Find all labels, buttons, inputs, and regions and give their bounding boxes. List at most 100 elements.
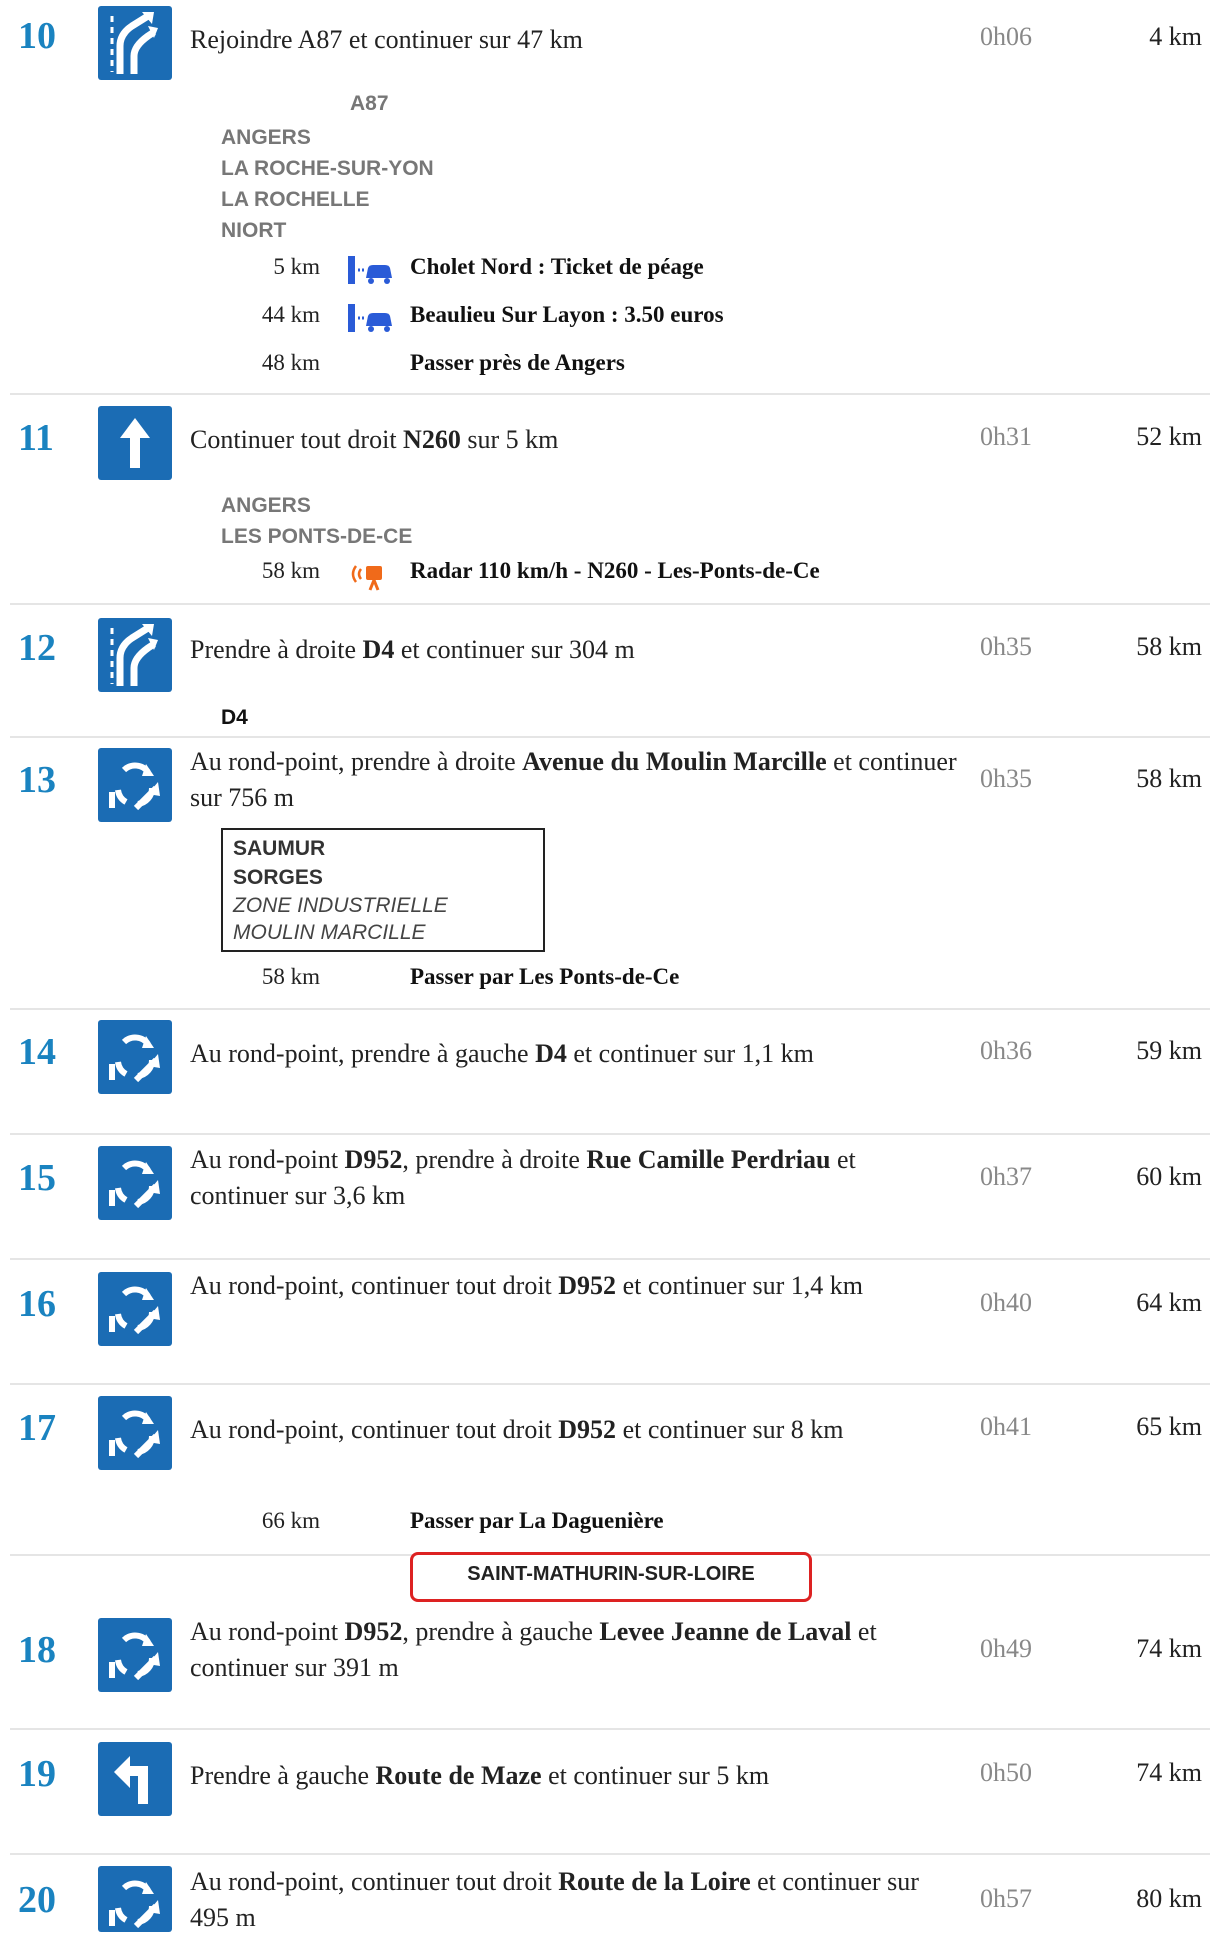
- step-distance: 74 km: [1136, 1758, 1202, 1787]
- waypoint-km: 5 km: [273, 254, 320, 279]
- waypoint-row: 58 km Radar 110 km/h - N260 - Les-Ponts-…: [210, 554, 1110, 594]
- step-instruction: Prendre à gauche Route de Maze et contin…: [190, 1761, 770, 1790]
- step-time: 0h40: [980, 1288, 1032, 1317]
- direction-sign-line: SORGES: [233, 866, 323, 889]
- waypoint-text: Passer par La Daguenière: [410, 1508, 664, 1533]
- waypoint-km: 48 km: [261, 350, 320, 375]
- roundabout-icon: [98, 748, 172, 822]
- waypoint-km: 44 km: [261, 302, 320, 327]
- step-distance: 64 km: [1136, 1288, 1202, 1317]
- step-distance: 80 km: [1136, 1884, 1202, 1913]
- roundabout-icon: [98, 1272, 172, 1346]
- town-entry-sign: SAINT-MATHURIN-SUR-LOIRE: [410, 1552, 812, 1602]
- direction-sign-line: SAUMUR: [233, 837, 326, 860]
- step-number: 15: [18, 1157, 56, 1199]
- step-distance: 58 km: [1136, 764, 1202, 793]
- step-number: 12: [18, 627, 56, 669]
- road-code: D4: [221, 706, 248, 729]
- divider: [10, 1853, 1210, 1855]
- step-instruction: Au rond-point D952, prendre à droite Rue…: [190, 1145, 856, 1210]
- waypoint-text: Beaulieu Sur Layon : 3.50 euros: [410, 302, 724, 327]
- step-time: 0h57: [980, 1884, 1032, 1913]
- divider: [10, 1008, 1210, 1010]
- step-instruction: Au rond-point, continuer tout droit Rout…: [190, 1867, 919, 1932]
- roundabout-icon: [98, 1396, 172, 1470]
- waypoint-text: Cholet Nord : Ticket de péage: [410, 254, 704, 279]
- step-number: 20: [18, 1879, 56, 1921]
- town-sign-text: SAINT-MATHURIN-SUR-LOIRE: [467, 1563, 755, 1585]
- turn-left-arrow-icon: [98, 1742, 172, 1816]
- step-instruction: Au rond-point, prendre à droite Avenue d…: [190, 747, 957, 812]
- road-code: A87: [350, 92, 389, 115]
- roundabout-icon: [98, 1618, 172, 1692]
- step-distance: 60 km: [1136, 1162, 1202, 1191]
- step-time: 0h36: [980, 1036, 1032, 1065]
- waypoint-row: 44 km Beaulieu Sur Layon : 3.50 euros: [210, 298, 1110, 338]
- divider: [10, 1728, 1210, 1730]
- step-number: 10: [18, 15, 56, 57]
- divider: [10, 736, 1210, 738]
- direction-sign-line: LA ROCHELLE: [221, 188, 370, 211]
- waypoint-row: 66 km Passer par La Daguenière: [210, 1504, 1110, 1544]
- divider: [10, 603, 1210, 605]
- step-instruction: Au rond-point, continuer tout droit D952…: [190, 1271, 864, 1300]
- step-instruction: Au rond-point D952, prendre à gauche Lev…: [190, 1617, 877, 1682]
- waypoint-text: Passer près de Angers: [410, 350, 625, 375]
- highway-merge-icon: [98, 6, 172, 80]
- step-number: 16: [18, 1283, 56, 1325]
- step-distance: 74 km: [1136, 1634, 1202, 1663]
- step-time: 0h41: [980, 1412, 1032, 1441]
- step-instruction: Au rond-point, continuer tout droit D952…: [190, 1415, 844, 1444]
- step-number: 13: [18, 759, 56, 801]
- step-instruction: Rejoindre A87 et continuer sur 47 km: [190, 25, 583, 54]
- toll-icon: [340, 298, 400, 338]
- step-time: 0h50: [980, 1758, 1032, 1787]
- step-number: 19: [18, 1753, 56, 1795]
- toll-icon: [340, 250, 400, 290]
- waypoint-row: 48 km Passer près de Angers: [210, 346, 1110, 386]
- waypoint-row: 5 km Cholet Nord : Ticket de péage: [210, 250, 1110, 290]
- highway-merge-icon: [98, 618, 172, 692]
- step-time: 0h35: [980, 632, 1032, 661]
- step-number: 14: [18, 1031, 56, 1073]
- waypoint-row: 58 km Passer par Les Ponts-de-Ce: [210, 960, 1110, 1000]
- step-distance: 4 km: [1149, 22, 1202, 51]
- step-time: 0h31: [980, 422, 1032, 451]
- direction-sign-line: MOULIN MARCILLE: [233, 921, 426, 944]
- direction-sign-line: LA ROCHE-SUR-YON: [221, 157, 434, 180]
- straight-arrow-icon: [98, 406, 172, 480]
- speed-camera-icon: [340, 554, 400, 594]
- step-time: 0h35: [980, 764, 1032, 793]
- step-time: 0h37: [980, 1162, 1032, 1191]
- divider: [10, 1133, 1210, 1135]
- divider: [10, 1258, 1210, 1260]
- step-distance: 52 km: [1136, 422, 1202, 451]
- step-instruction: Prendre à droite D4 et continuer sur 304…: [190, 635, 635, 664]
- direction-sign-line: LES PONTS-DE-CE: [221, 525, 413, 548]
- waypoint-km: 58 km: [261, 558, 320, 583]
- divider: [10, 393, 1210, 395]
- step-instruction: Continuer tout droit N260 sur 5 km: [190, 425, 559, 454]
- direction-sign-line: ANGERS: [221, 126, 311, 149]
- direction-sign-box: SAUMUR SORGES ZONE INDUSTRIELLE MOULIN M…: [221, 828, 545, 952]
- divider: [10, 1383, 1210, 1385]
- step-number: 17: [18, 1407, 56, 1449]
- step-distance: 59 km: [1136, 1036, 1202, 1065]
- step-distance: 65 km: [1136, 1412, 1202, 1441]
- waypoint-text: Passer par Les Ponts-de-Ce: [410, 964, 680, 989]
- roundabout-icon: [98, 1866, 172, 1932]
- roundabout-icon: [98, 1146, 172, 1220]
- step-distance: 58 km: [1136, 632, 1202, 661]
- step-time: 0h49: [980, 1634, 1032, 1663]
- step-number: 11: [18, 417, 54, 459]
- roundabout-icon: [98, 1020, 172, 1094]
- step-time: 0h06: [980, 22, 1032, 51]
- waypoint-km: 58 km: [261, 964, 320, 989]
- step-instruction: Au rond-point, prendre à gauche D4 et co…: [190, 1039, 814, 1068]
- direction-sign-line: NIORT: [221, 219, 287, 242]
- direction-sign-line: ZONE INDUSTRIELLE: [233, 894, 448, 917]
- direction-sign-line: ANGERS: [221, 494, 311, 517]
- waypoint-text: Radar 110 km/h - N260 - Les-Ponts-de-Ce: [410, 558, 820, 583]
- waypoint-km: 66 km: [261, 1508, 320, 1533]
- step-number: 18: [18, 1629, 56, 1671]
